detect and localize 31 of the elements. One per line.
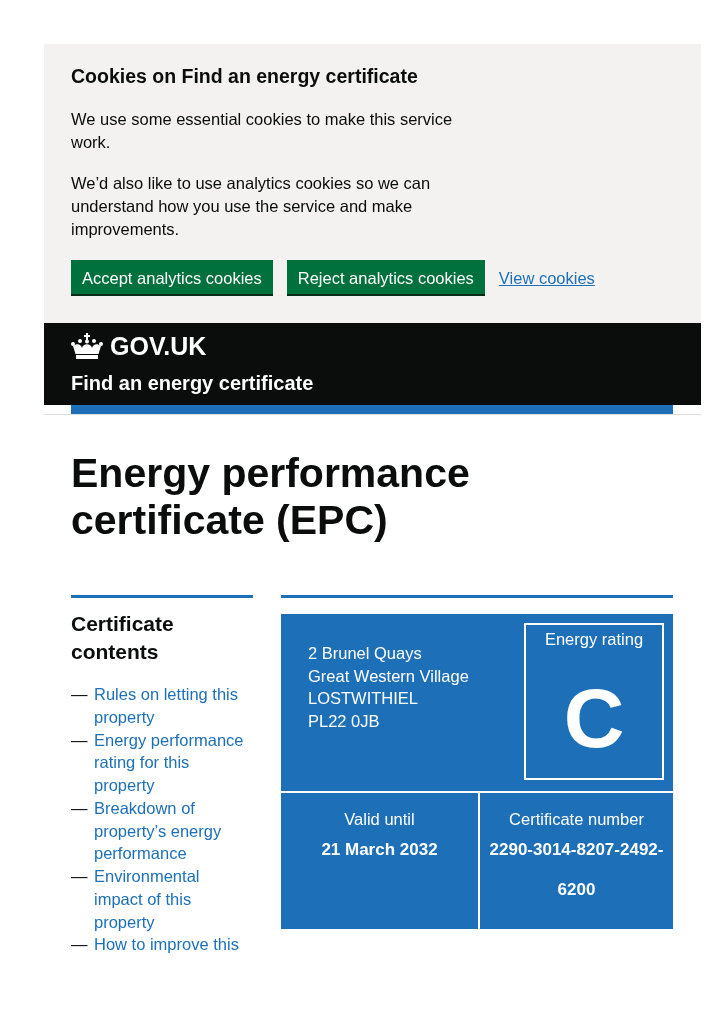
contents-link[interactable]: Rules on letting this property	[94, 683, 248, 729]
cookie-banner-heading: Cookies on Find an energy certificate	[71, 64, 419, 89]
list-dash: —	[71, 729, 89, 751]
logotype[interactable]: GOV.UK	[110, 331, 207, 361]
address-line: Great Western Village	[308, 665, 469, 687]
cookie-choice-button[interactable]: Reject analytics cookies	[286, 260, 485, 296]
energy-rating-label: Energy rating	[544, 629, 644, 650]
address-line: PL22 0JB	[308, 710, 381, 732]
list-dash: —	[71, 797, 89, 819]
cookie-banner-text: We’d also like to use analytics cookies so we can understand how you use the service and make improvements.	[71, 173, 432, 240]
detail-label: Certificate number	[509, 809, 644, 830]
cookie-choice-button[interactable]: Accept analytics cookies	[71, 260, 273, 296]
contents-link[interactable]: Energy performance rating for this property	[94, 728, 248, 797]
contents-link[interactable]: Breakdown of property’s energy performance	[94, 796, 248, 865]
page-title: Energy performance certificate (EPC)	[71, 450, 471, 544]
detail-value: 2290-3014-8207-2492-6200	[488, 839, 665, 901]
list-dash: —	[71, 934, 89, 956]
list-dash: —	[71, 684, 89, 705]
crown-icon	[71, 333, 103, 359]
detail-label: Valid until	[344, 809, 415, 830]
contents-heading: Certificate contents	[71, 611, 175, 665]
cookie-banner-text: We use some essential cookies to make this service work.	[71, 109, 454, 153]
energy-rating-letter: C	[563, 676, 625, 760]
contents-link[interactable]: How to improve this	[94, 933, 239, 956]
contents-link[interactable]: Environmental impact of this property	[94, 865, 248, 934]
address-line: 2 Brunel Quays	[308, 643, 423, 664]
cookies-link[interactable]: View cookies	[498, 268, 595, 288]
list-dash: —	[71, 866, 89, 887]
address-line: LOSTWITHIEL	[308, 688, 419, 709]
service-name-link[interactable]: Find an energy certificate	[71, 371, 314, 396]
detail-value: 21 March 2032	[321, 839, 438, 861]
